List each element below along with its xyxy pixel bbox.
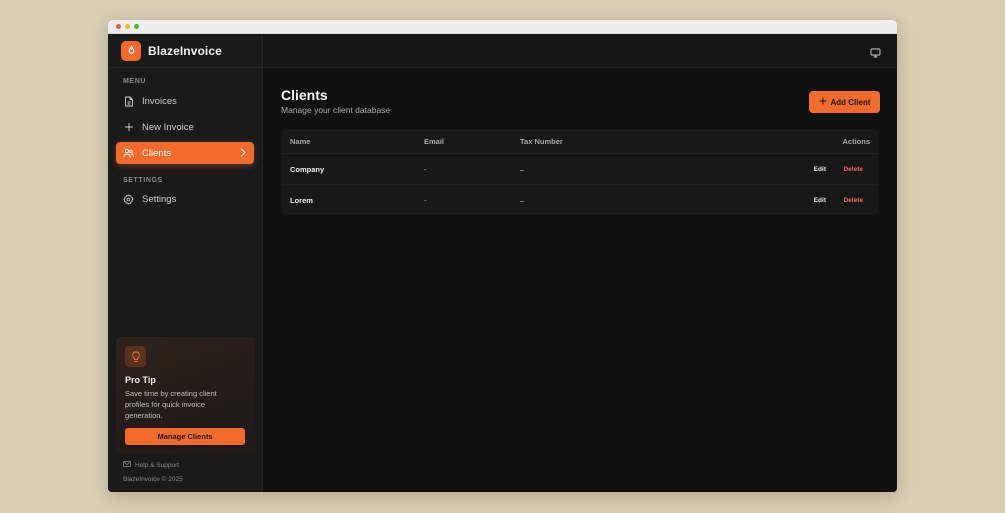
sidebar-item-new-invoice[interactable]: New Invoice [116,116,254,138]
app-body: BlazeInvoice MENU Invoices New Invoice C… [108,34,897,492]
monitor-icon[interactable] [870,45,881,63]
settings-section-label: SETTINGS [123,177,163,184]
table-header: Name Email Tax Number Actions [281,129,878,154]
close-window-button[interactable] [116,24,121,29]
sidebar-item-label: Clients [142,147,172,159]
flame-logo-icon [121,40,141,61]
sidebar-item-clients[interactable]: Clients [116,142,254,164]
column-header-tax-number: Tax Number [520,136,563,146]
copyright: BlazeInvoice © 2025 [123,476,183,483]
client-tax-number: – [520,196,525,205]
client-name: Lorem [290,196,313,205]
plus-icon [819,97,827,107]
column-header-name: Name [290,136,311,146]
pro-tip-text: Save time by creating client profiles fo… [125,389,217,420]
page-title: Clients [281,87,328,103]
brand[interactable]: BlazeInvoice [108,34,262,68]
menu-section-label: MENU [123,78,147,85]
table-row: Lorem - – Edit Delete [281,185,878,216]
client-email: - [424,196,427,205]
help-support-label: Help & Support [135,461,180,469]
clients-table: Name Email Tax Number Actions Company - … [281,129,878,215]
delete-button[interactable]: Delete [843,197,863,204]
window-titlebar [108,20,897,34]
app-window: BlazeInvoice MENU Invoices New Invoice C… [108,20,897,492]
add-client-label: Add Client [830,97,871,107]
delete-button[interactable]: Delete [843,166,863,173]
top-bar [263,34,897,68]
lightbulb-icon [125,346,146,367]
sidebar: BlazeInvoice MENU Invoices New Invoice C… [108,34,263,492]
main-content: Clients Manage your client database Add … [263,34,897,492]
chevron-right-icon [240,148,246,160]
maximize-window-button[interactable] [134,24,139,29]
pro-tip-title: Pro Tip [125,375,156,385]
help-support-link[interactable]: Help & Support [123,461,179,469]
column-header-email: Email [424,136,445,146]
sidebar-item-label: New Invoice [142,121,194,133]
add-client-button[interactable]: Add Client [809,91,880,113]
sidebar-item-label: Invoices [142,95,177,107]
manage-clients-button[interactable]: Manage Clients [125,428,245,445]
sidebar-item-label: Settings [142,193,177,205]
users-icon [123,148,134,159]
gear-icon [123,193,134,205]
client-tax-number: – [520,164,525,174]
pro-tip-card: Pro Tip Save time by creating client pro… [116,337,255,454]
minimize-window-button[interactable] [125,24,130,29]
column-header-actions: Actions [842,136,870,146]
edit-button[interactable]: Edit [814,166,826,173]
client-name: Company [290,164,325,174]
document-icon [123,96,134,107]
client-email: - [424,164,427,174]
page-subtitle: Manage your client database [281,105,391,115]
sidebar-item-invoices[interactable]: Invoices [116,90,254,112]
edit-button[interactable]: Edit [814,197,826,204]
mail-icon [123,461,131,469]
table-row: Company - – Edit Delete [281,154,878,185]
brand-name: BlazeInvoice [148,43,222,58]
plus-icon [123,122,134,133]
sidebar-item-settings[interactable]: Settings [116,188,254,210]
